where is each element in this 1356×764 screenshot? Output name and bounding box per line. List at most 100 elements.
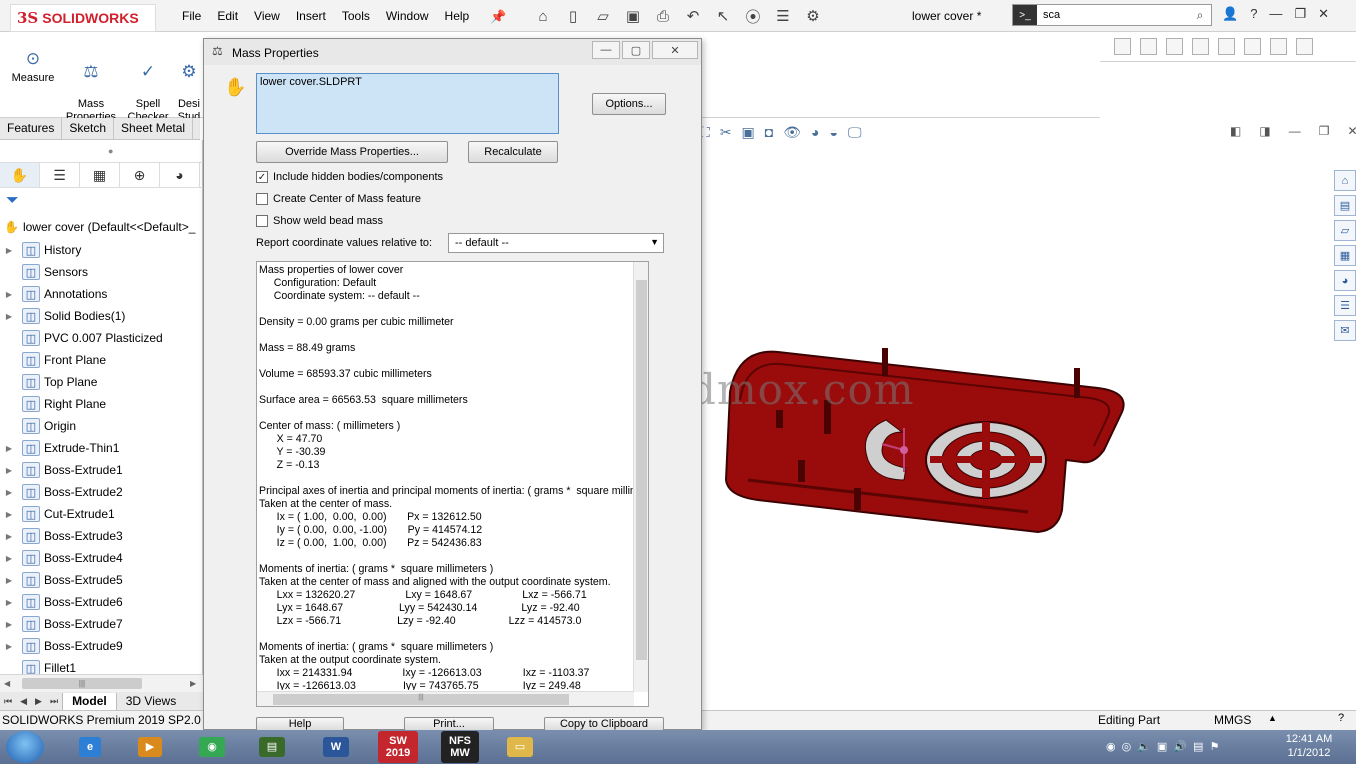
minimize-icon[interactable]: — (1269, 6, 1282, 22)
checkbox-unchecked-icon[interactable] (256, 193, 268, 205)
taskbar-app[interactable]: NFS MW (432, 731, 488, 763)
tree-item[interactable]: ▶ ◫ Boss-Extrude3 (0, 525, 203, 547)
tab-nav-prev-icon[interactable]: ◀ (16, 696, 31, 707)
scene-icon[interactable]: ◒ (830, 124, 838, 141)
appearance-icon[interactable]: ◕ (811, 124, 819, 141)
property-manager-tab-icon[interactable]: ☰ (40, 163, 80, 187)
file-properties-icon[interactable]: ☰ (772, 5, 794, 27)
expand-arrow-icon[interactable]: ▶ (0, 312, 18, 321)
include-hidden-checkbox[interactable]: ✓ Include hidden bodies/components (256, 171, 443, 183)
custom-properties-icon[interactable]: ☰ (1334, 295, 1356, 316)
view-icon-4[interactable] (1192, 38, 1209, 55)
menu-help[interactable]: Help (445, 9, 470, 23)
view-icon-2[interactable] (1140, 38, 1157, 55)
taskbar-app[interactable]: ▶ (122, 731, 178, 763)
tree-horizontal-scrollbar[interactable]: ◀ ||| ▶ (0, 674, 203, 692)
restore-icon[interactable]: ❐ (1294, 6, 1306, 22)
selection-list[interactable]: lower cover.SLDPRT (256, 73, 559, 134)
scroll-thumb[interactable]: ||| (22, 678, 142, 689)
status-help-icon[interactable]: ? (1338, 712, 1344, 724)
expand-arrow-icon[interactable]: ▶ (0, 488, 18, 497)
tree-item[interactable]: ▶ ◫ Boss-Extrude6 (0, 591, 203, 613)
view-icon-6[interactable] (1244, 38, 1261, 55)
results-text[interactable]: Mass properties of lower cover Configura… (259, 264, 633, 690)
tree-item[interactable]: ◫ Right Plane (0, 393, 203, 415)
dialog-maximize-icon[interactable]: ▢ (622, 41, 650, 59)
rebuild-icon[interactable]: ⦿ (742, 5, 764, 27)
file-explorer-icon[interactable]: ▱ (1334, 220, 1356, 241)
taskbar-app[interactable]: W (308, 731, 364, 763)
viewport-minimize-icon[interactable]: — (1289, 124, 1301, 138)
expand-arrow-icon[interactable]: ▶ (0, 642, 18, 651)
save-icon[interactable]: ▣ (622, 5, 644, 27)
expand-arrow-icon[interactable]: ▶ (0, 620, 18, 629)
home-icon[interactable]: ⌂ (532, 5, 554, 27)
tray-solidworks-icon[interactable]: ◉ (1106, 740, 1116, 753)
taskbar-app[interactable]: SW 2019 (370, 731, 426, 763)
taskbar-app[interactable]: ▤ (244, 731, 300, 763)
pin-icon[interactable]: 📌 (490, 9, 506, 25)
menu-insert[interactable]: Insert (296, 9, 326, 23)
tree-item[interactable]: ▶ ◫ Boss-Extrude9 (0, 635, 203, 657)
tree-item[interactable]: ▶ ◫ Boss-Extrude4 (0, 547, 203, 569)
design-library-icon[interactable]: ▤ (1334, 195, 1356, 216)
dialog-close-icon[interactable]: ✕ (652, 41, 698, 59)
tree-item[interactable]: ◫ Front Plane (0, 349, 203, 371)
tab-sketch[interactable]: Sketch (62, 118, 115, 139)
menu-view[interactable]: View (254, 9, 280, 23)
menu-edit[interactable]: Edit (217, 9, 238, 23)
unit-caret-icon[interactable]: ▲ (1268, 713, 1277, 723)
tray-flag-icon[interactable]: ⚑ (1209, 740, 1219, 753)
expand-arrow-icon[interactable]: ▶ (0, 576, 18, 585)
tab-nav-next-icon[interactable]: ▶ (31, 696, 46, 707)
viewport-prev-icon[interactable]: ◧ (1230, 124, 1241, 138)
scroll-thumb[interactable]: ||| (273, 694, 569, 705)
show-weld-bead-checkbox[interactable]: Show weld bead mass (256, 215, 383, 227)
menu-tools[interactable]: Tools (342, 9, 370, 23)
dropdown-arrow-icon[interactable]: ▼ (650, 237, 659, 247)
coordinate-system-select[interactable]: -- default -- ▼ (448, 233, 664, 253)
search-icon[interactable]: ⌕ (1189, 8, 1211, 23)
results-horizontal-scrollbar[interactable]: ||| (257, 691, 634, 706)
view-palette-icon[interactable]: ▦ (1334, 245, 1356, 266)
tab-nav-first-icon[interactable]: ⏮ (0, 696, 16, 707)
expand-arrow-icon[interactable]: ▶ (0, 290, 18, 299)
tree-item[interactable]: ◫ Origin (0, 415, 203, 437)
menu-file[interactable]: File (182, 9, 201, 23)
tree-item[interactable]: ▶ ◫ Cut-Extrude1 (0, 503, 203, 525)
expand-arrow-icon[interactable]: ▶ (0, 598, 18, 607)
results-vertical-scrollbar[interactable] (633, 262, 648, 692)
print-button[interactable]: Print... (404, 717, 494, 731)
configuration-manager-tab-icon[interactable]: ▦ (80, 163, 120, 187)
checkbox-unchecked-icon[interactable] (256, 215, 268, 227)
undo-icon[interactable]: ↶ (682, 5, 704, 27)
expand-arrow-icon[interactable]: ▶ (0, 466, 18, 475)
view-orientation-icon[interactable]: ▣ (742, 124, 755, 141)
tree-root-part[interactable]: ✋ lower cover (Default<<Default>_ (4, 220, 204, 234)
feature-manager-tab-icon[interactable]: ✋ (0, 163, 40, 187)
create-center-of-mass-checkbox[interactable]: Create Center of Mass feature (256, 193, 421, 205)
view-icon-1[interactable] (1114, 38, 1131, 55)
view-icon-7[interactable] (1270, 38, 1287, 55)
filter-icon[interactable]: ⏷ (6, 192, 19, 210)
tray-speaker-icon[interactable]: 🔈 (1137, 740, 1151, 753)
scroll-right-icon[interactable]: ▶ (190, 679, 196, 688)
copy-to-clipboard-button[interactable]: Copy to Clipboard (544, 717, 664, 731)
viewport-restore-icon[interactable]: ❐ (1319, 124, 1330, 138)
expand-arrow-icon[interactable]: ▶ (0, 444, 18, 453)
search-input[interactable] (1037, 9, 1189, 21)
options-gear-icon[interactable]: ⚙ (802, 5, 824, 27)
options-button[interactable]: Options... (592, 93, 666, 115)
tree-item[interactable]: ▶ ◫ Extrude-Thin1 (0, 437, 203, 459)
tray-volume-icon[interactable]: 🔊 (1173, 740, 1187, 753)
scroll-thumb[interactable] (636, 280, 647, 660)
hide-show-icon[interactable]: 👁 (783, 124, 801, 141)
tree-item[interactable]: ▶ ◫ Boss-Extrude7 (0, 613, 203, 635)
dimxpert-tab-icon[interactable]: ⊕ (120, 163, 160, 187)
tab-3d-views[interactable]: 3D Views (115, 692, 185, 710)
tab-model[interactable]: Model (62, 692, 116, 710)
appearances-icon[interactable]: ◕ (1334, 270, 1356, 291)
tray-display-icon[interactable]: ▤ (1193, 740, 1203, 753)
select-icon[interactable]: ↖ (712, 5, 734, 27)
dialog-minimize-icon[interactable]: — (592, 41, 620, 59)
